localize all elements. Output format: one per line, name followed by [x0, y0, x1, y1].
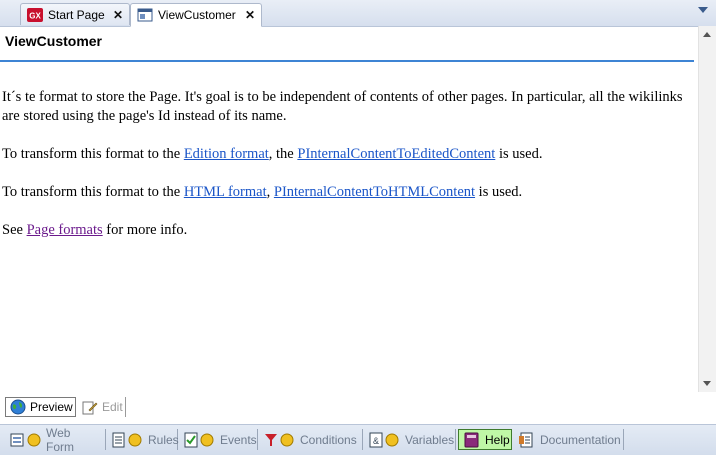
part-label: Web Form	[46, 425, 74, 454]
part-label: Documentation	[540, 432, 621, 447]
tab-web-form[interactable]: Web Form	[6, 426, 106, 454]
text: for more info.	[102, 222, 188, 238]
preview-button[interactable]: Preview	[5, 397, 76, 417]
tab-variables[interactable]: & Variables	[365, 429, 456, 450]
link-pinternalcontenttohtmlcontent[interactable]: PInternalContentToHTMLContent	[274, 184, 475, 200]
tab-conditions[interactable]: Conditions	[260, 429, 363, 450]
tab-rules[interactable]: Rules	[108, 429, 179, 450]
globe-icon	[10, 399, 26, 415]
text: To transform this format to the	[2, 184, 184, 200]
text: is used.	[495, 146, 543, 162]
documentation-icon	[519, 432, 533, 447]
title-divider	[0, 60, 694, 62]
close-icon[interactable]: ✕	[113, 8, 123, 22]
preview-label: Preview	[30, 400, 73, 414]
paragraph-see-also: See Page formats for more info.	[2, 221, 692, 240]
gx-logo-icon: GX	[27, 7, 43, 22]
link-page-formats[interactable]: Page formats	[27, 222, 103, 238]
tab-help[interactable]: Help	[458, 429, 512, 450]
part-label: Variables	[405, 432, 455, 447]
page-title: ViewCustomer	[5, 33, 102, 49]
link-edition-format[interactable]: Edition format	[184, 146, 269, 162]
svg-text:&: &	[373, 436, 379, 446]
help-book-icon	[464, 432, 479, 447]
tab-label: ViewCustomer	[158, 8, 236, 22]
events-icon	[184, 432, 214, 447]
tab-start-page[interactable]: GX Start Page ✕	[20, 3, 130, 25]
rules-icon	[112, 432, 142, 447]
tab-events[interactable]: Events	[180, 429, 258, 450]
svg-text:GX: GX	[29, 11, 41, 20]
close-icon[interactable]: ✕	[245, 8, 255, 22]
variables-icon: &	[369, 432, 399, 447]
link-pinternalcontenttoeditedcontent[interactable]: PInternalContentToEditedContent	[297, 146, 495, 162]
scroll-up-icon[interactable]	[703, 32, 711, 37]
scroll-down-icon[interactable]	[703, 381, 711, 386]
web-panel-icon	[137, 8, 153, 22]
text: ,	[266, 184, 274, 200]
part-label: Conditions	[300, 432, 357, 447]
paragraph-html: To transform this format to the HTML for…	[2, 183, 692, 202]
part-label: Help	[485, 432, 510, 447]
mode-bar: Preview Edit	[0, 395, 716, 421]
text: is used.	[475, 184, 523, 200]
text: To transform this format to the	[2, 146, 184, 162]
part-label: Events	[220, 432, 257, 447]
part-label: Rules	[148, 432, 179, 447]
help-content: It´s te format to store the Page. It's g…	[2, 88, 692, 259]
edit-pencil-icon	[82, 401, 98, 415]
link-html-format[interactable]: HTML format	[184, 184, 267, 200]
paragraph-edition: To transform this format to the Edition …	[2, 145, 692, 164]
edit-label: Edit	[102, 400, 123, 414]
text: , the	[268, 146, 298, 162]
chevron-down-icon[interactable]	[698, 7, 708, 13]
tab-documentation[interactable]: Documentation	[514, 429, 624, 450]
conditions-icon	[265, 433, 294, 446]
tab-label: Start Page	[48, 7, 105, 22]
document-tab-bar: GX Start Page ✕ ViewCustomer ✕	[0, 0, 716, 27]
object-parts-bar: Web Form Rules Events Conditions & Varia…	[0, 424, 716, 455]
text: See	[2, 222, 27, 238]
tab-viewcustomer[interactable]: ViewCustomer ✕	[130, 3, 262, 27]
vertical-scrollbar[interactable]	[698, 26, 716, 392]
web-form-icon	[10, 433, 41, 446]
edit-button[interactable]: Edit	[78, 397, 126, 417]
paragraph-intro: It´s te format to store the Page. It's g…	[2, 89, 683, 124]
